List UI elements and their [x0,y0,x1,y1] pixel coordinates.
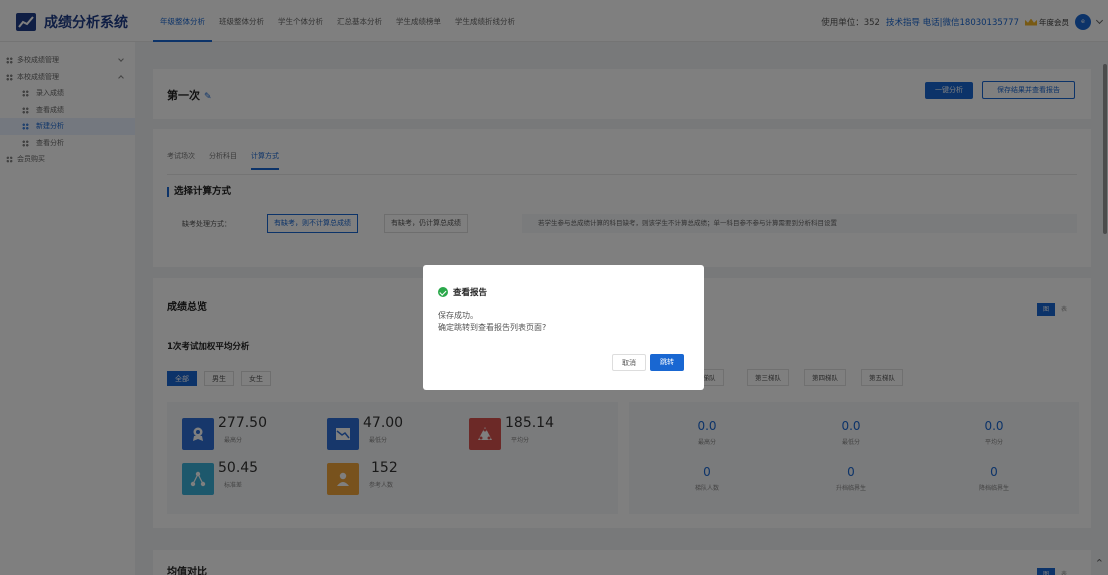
dialog-message-2: 确定跳转到查看报告列表页面? [438,323,547,332]
jump-button[interactable]: 跳转 [650,354,684,371]
dialog-body: 保存成功。 确定跳转到查看报告列表页面? [438,310,546,334]
success-icon [438,287,448,297]
dialog-message-1: 保存成功。 [438,311,478,320]
cancel-button[interactable]: 取消 [612,354,646,371]
dialog-title-text: 查看报告 [453,288,488,298]
dialog-title: 查看报告 [438,286,487,298]
view-report-dialog: 查看报告 保存成功。 确定跳转到查看报告列表页面? 取消 跳转 [423,265,704,390]
